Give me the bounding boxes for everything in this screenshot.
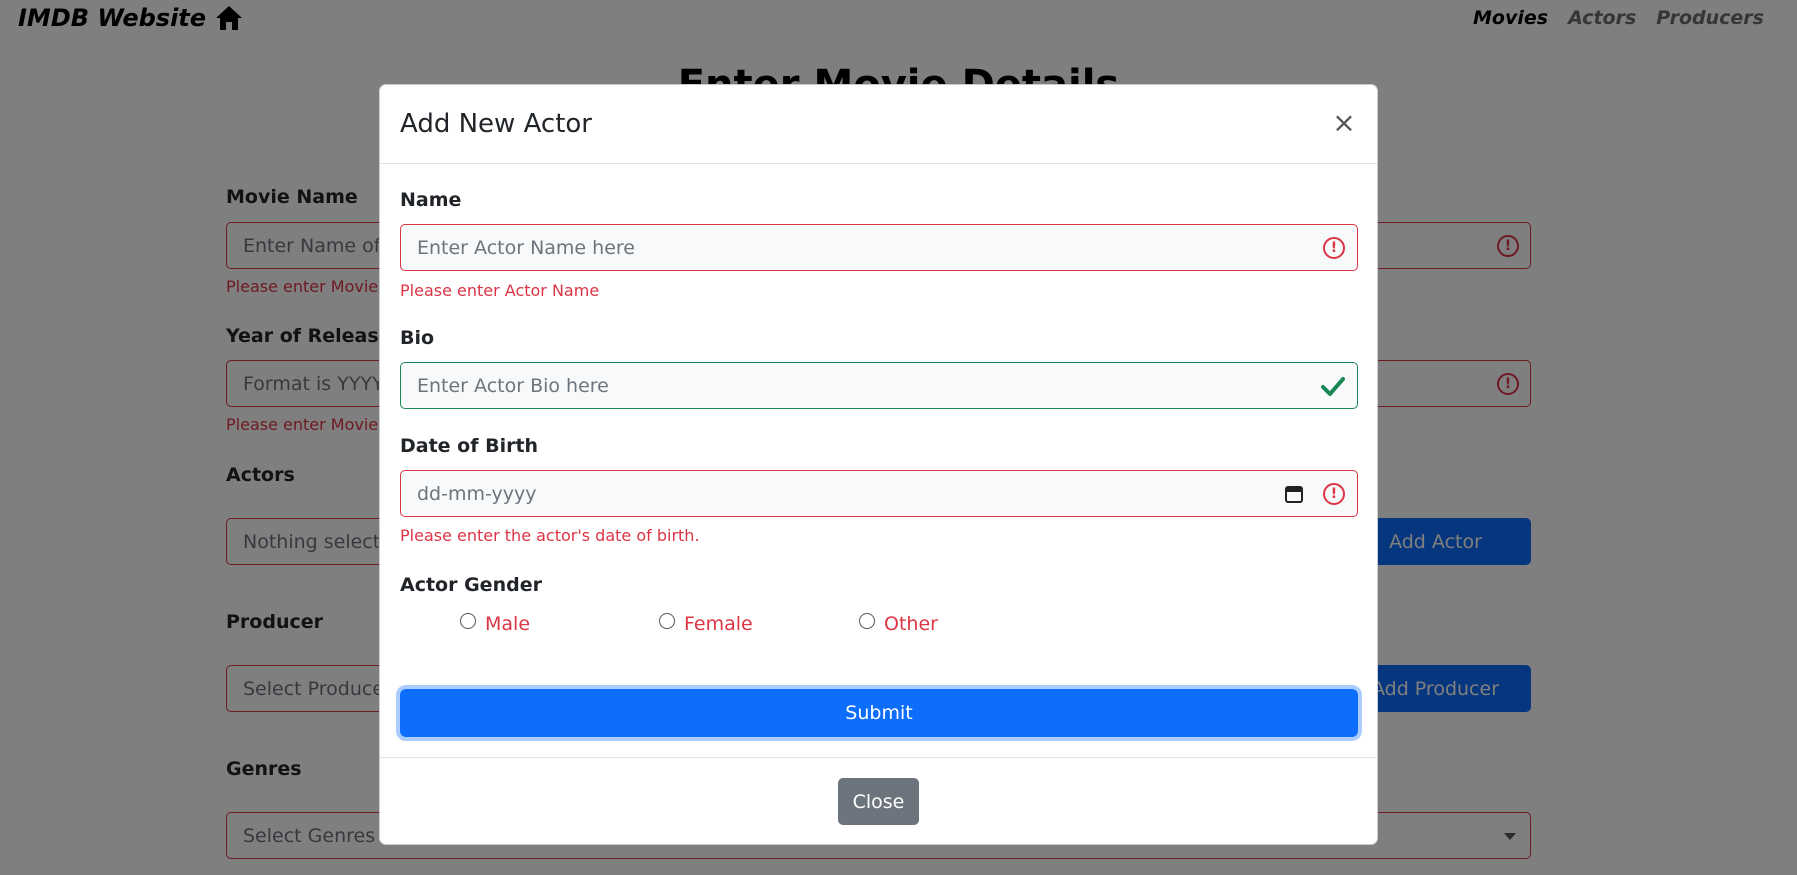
gender-label: Actor Gender (400, 574, 542, 596)
radio-other[interactable] (859, 613, 875, 629)
radio-label-female[interactable]: Female (684, 613, 753, 635)
actor-name-input[interactable]: Enter Actor Name here ! (400, 224, 1358, 271)
modal-footer: Close (380, 757, 1377, 845)
dob-error: Please enter the actor's date of birth. (400, 526, 700, 545)
exclamation-circle-icon: ! (1323, 237, 1345, 259)
radio-label-male[interactable]: Male (485, 613, 530, 635)
gender-option-other[interactable]: Other (859, 613, 938, 635)
radio-female[interactable] (659, 613, 675, 629)
gender-option-female[interactable]: Female (659, 613, 753, 635)
date-of-birth-input[interactable]: dd-mm-yyyy ! (400, 470, 1358, 517)
dob-placeholder: dd-mm-yyyy (417, 482, 537, 505)
bio-label: Bio (400, 327, 435, 349)
add-actor-modal: Add New Actor × Name Enter Actor Name he… (379, 84, 1378, 845)
modal-header: Add New Actor × (380, 85, 1377, 164)
actor-bio-placeholder: Enter Actor Bio here (417, 374, 609, 397)
modal-title: Add New Actor (400, 109, 592, 139)
close-button[interactable]: Close (838, 778, 919, 825)
gender-option-male[interactable]: Male (460, 613, 530, 635)
actor-name-error: Please enter Actor Name (400, 281, 600, 300)
name-label: Name (400, 189, 462, 211)
close-icon[interactable]: × (1331, 106, 1357, 139)
radio-male[interactable] (460, 613, 476, 629)
radio-label-other[interactable]: Other (884, 613, 938, 635)
actor-bio-input[interactable]: Enter Actor Bio here (400, 362, 1358, 409)
calendar-icon[interactable] (1285, 485, 1303, 503)
exclamation-circle-icon: ! (1323, 483, 1345, 505)
actor-name-placeholder: Enter Actor Name here (417, 236, 635, 259)
dob-label: Date of Birth (400, 435, 539, 457)
check-icon (1321, 377, 1345, 396)
submit-button[interactable]: Submit (400, 689, 1358, 737)
